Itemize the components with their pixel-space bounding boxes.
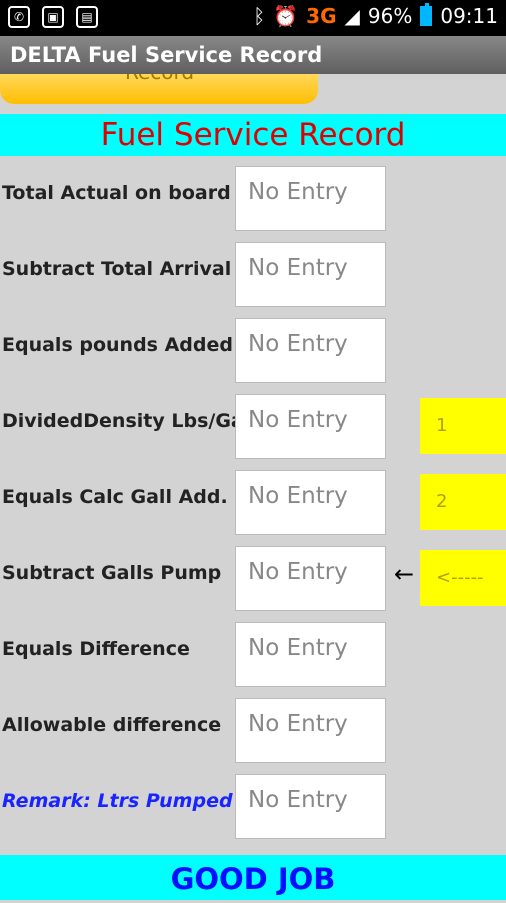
input-subtract-galls-pump[interactable]: No Entry <box>235 546 386 611</box>
side-button-2[interactable]: 2 <box>420 474 506 530</box>
input-remark-ltrs-pumped[interactable]: No Entry <box>235 774 386 839</box>
record-button-label: Record <box>125 74 194 84</box>
bluetooth-icon: ᛒ <box>253 4 266 28</box>
image-icon: ▣ <box>42 6 64 28</box>
side-button-arrow[interactable]: <----- <box>420 550 506 606</box>
input-divided-density[interactable]: No Entry <box>235 394 386 459</box>
whatsapp-icon: ✆ <box>8 6 30 28</box>
label-equals-calc-gall-add: Equals Calc Gall Add. <box>2 486 228 508</box>
status-bar: ✆ ▣ ▤ ᛒ ⏰ 3G ◢ 96% 09:11 <box>0 0 506 36</box>
gallery-icon: ▤ <box>76 6 98 28</box>
label-total-actual-on-board: Total Actual on board <box>2 182 231 204</box>
label-equals-pounds-added: Equals pounds Added <box>2 334 233 356</box>
app-title-bar: DELTA Fuel Service Record <box>0 36 506 74</box>
page-title: Fuel Service Record <box>0 114 506 156</box>
input-equals-difference[interactable]: No Entry <box>235 622 386 687</box>
side-button-1[interactable]: 1 <box>420 398 506 454</box>
input-allowable-difference[interactable]: No Entry <box>235 698 386 763</box>
signal-icon: ◢ <box>344 4 360 28</box>
system-status: ᛒ ⏰ 3G ◢ 96% 09:11 <box>253 3 498 28</box>
record-button[interactable]: Record <box>0 74 318 104</box>
battery-icon <box>420 3 433 26</box>
input-equals-pounds-added[interactable]: No Entry <box>235 318 386 383</box>
left-arrow-icon: ← <box>394 560 415 588</box>
clock: 09:11 <box>440 4 498 28</box>
label-subtract-galls-pump: Subtract Galls Pump <box>2 562 222 584</box>
input-total-actual-on-board[interactable]: No Entry <box>235 166 386 231</box>
notification-icons: ✆ ▣ ▤ <box>8 6 98 28</box>
label-remark-ltrs-pumped: Remark: Ltrs Pumped <box>2 790 233 812</box>
status-footer: GOOD JOB <box>0 855 506 900</box>
alarm-icon: ⏰ <box>273 4 299 28</box>
label-equals-difference: Equals Difference <box>2 638 190 660</box>
label-subtract-total-arrival: Subtract Total Arrival <box>2 258 232 280</box>
input-subtract-total-arrival[interactable]: No Entry <box>235 242 386 307</box>
network-indicator: 3G <box>306 4 337 28</box>
battery-percent: 96% <box>367 4 413 28</box>
label-allowable-difference: Allowable difference <box>2 714 222 736</box>
label-divided-density: DividedDensity Lbs/Gal <box>2 410 251 432</box>
input-equals-calc-gall-add[interactable]: No Entry <box>235 470 386 535</box>
